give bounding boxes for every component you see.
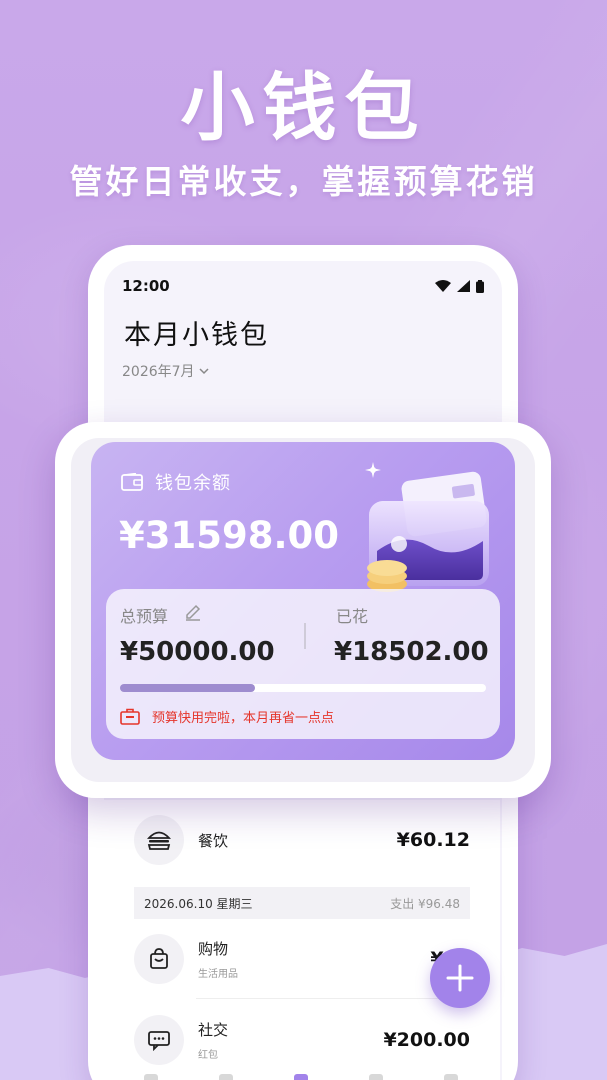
nav-tab-list[interactable] xyxy=(219,1074,233,1080)
wifi-icon xyxy=(435,280,451,292)
item-category: 餐饮 xyxy=(198,831,229,850)
list-item[interactable]: 社交 红包 ¥200.00 xyxy=(134,1015,470,1065)
month-picker[interactable]: 2026年7月 xyxy=(122,361,209,381)
status-icons xyxy=(435,279,484,293)
budget-progress-fill xyxy=(120,684,256,692)
date-group-header: 2026.06.10 星期三 支出 ¥96.48 xyxy=(134,887,470,919)
signal-icon xyxy=(457,280,470,292)
wallet-icon xyxy=(121,473,143,491)
date-label: 2026.06.10 星期三 xyxy=(144,896,253,911)
wallet-balance-label: 钱包余额 xyxy=(155,473,231,494)
plus-icon xyxy=(446,964,474,992)
nav-tab-wallet[interactable] xyxy=(294,1074,308,1080)
item-note: 生活用品 xyxy=(198,969,238,980)
item-amount: ¥200.00 xyxy=(383,1029,470,1051)
bottom-nav xyxy=(104,1072,504,1080)
budget-warning-text: 预算快用完啦，本月再省一点点 xyxy=(152,711,335,726)
status-bar: 12:00 xyxy=(104,261,502,311)
nav-tab-stats[interactable] xyxy=(369,1074,383,1080)
warning-briefcase-icon xyxy=(120,708,140,725)
spent-label: 已花 xyxy=(336,607,369,626)
item-category: 社交 xyxy=(198,1021,229,1039)
item-category: 购物 xyxy=(198,940,229,958)
shopping-bag-icon xyxy=(134,934,184,984)
nav-tab-home[interactable] xyxy=(144,1074,158,1080)
divider xyxy=(196,998,470,999)
budget-panel: 总预算 ¥50000.00 已花 ¥18502.00 预算快用完啦，本月再省一点… xyxy=(106,589,500,739)
wallet-illustration-icon xyxy=(365,462,489,592)
item-note: 红包 xyxy=(198,1050,218,1061)
promo-headline: 小钱包 xyxy=(180,65,427,151)
nav-tab-profile[interactable] xyxy=(444,1074,458,1080)
budget-warning: 预算快用完啦，本月再省一点点 xyxy=(120,707,334,726)
budget-progress-bar xyxy=(120,684,486,692)
day-total: 支出 ¥96.48 xyxy=(390,896,460,911)
add-transaction-button[interactable] xyxy=(430,948,490,1008)
burger-icon xyxy=(134,815,184,865)
month-picker-label: 2026年7月 xyxy=(122,364,195,380)
battery-icon xyxy=(476,279,484,293)
spent-amount: ¥18502.00 xyxy=(334,637,489,667)
chevron-down-icon xyxy=(199,368,209,375)
edit-budget-icon[interactable] xyxy=(184,603,202,621)
promo-subline: 管好日常收支，掌握预算花销 xyxy=(69,162,538,201)
status-time: 12:00 xyxy=(122,277,170,295)
chat-icon xyxy=(134,1015,184,1065)
budget-label: 总预算 xyxy=(120,607,169,626)
divider xyxy=(304,623,306,649)
list-item[interactable]: 餐饮 ¥60.12 xyxy=(134,815,470,865)
page-title: 本月小钱包 xyxy=(124,320,269,351)
wallet-balance-amount: ¥31598.00 xyxy=(119,514,340,557)
list-item[interactable]: 购物 生活用品 ¥36 xyxy=(134,934,470,984)
budget-amount: ¥50000.00 xyxy=(120,637,275,667)
item-amount: ¥60.12 xyxy=(396,829,470,851)
